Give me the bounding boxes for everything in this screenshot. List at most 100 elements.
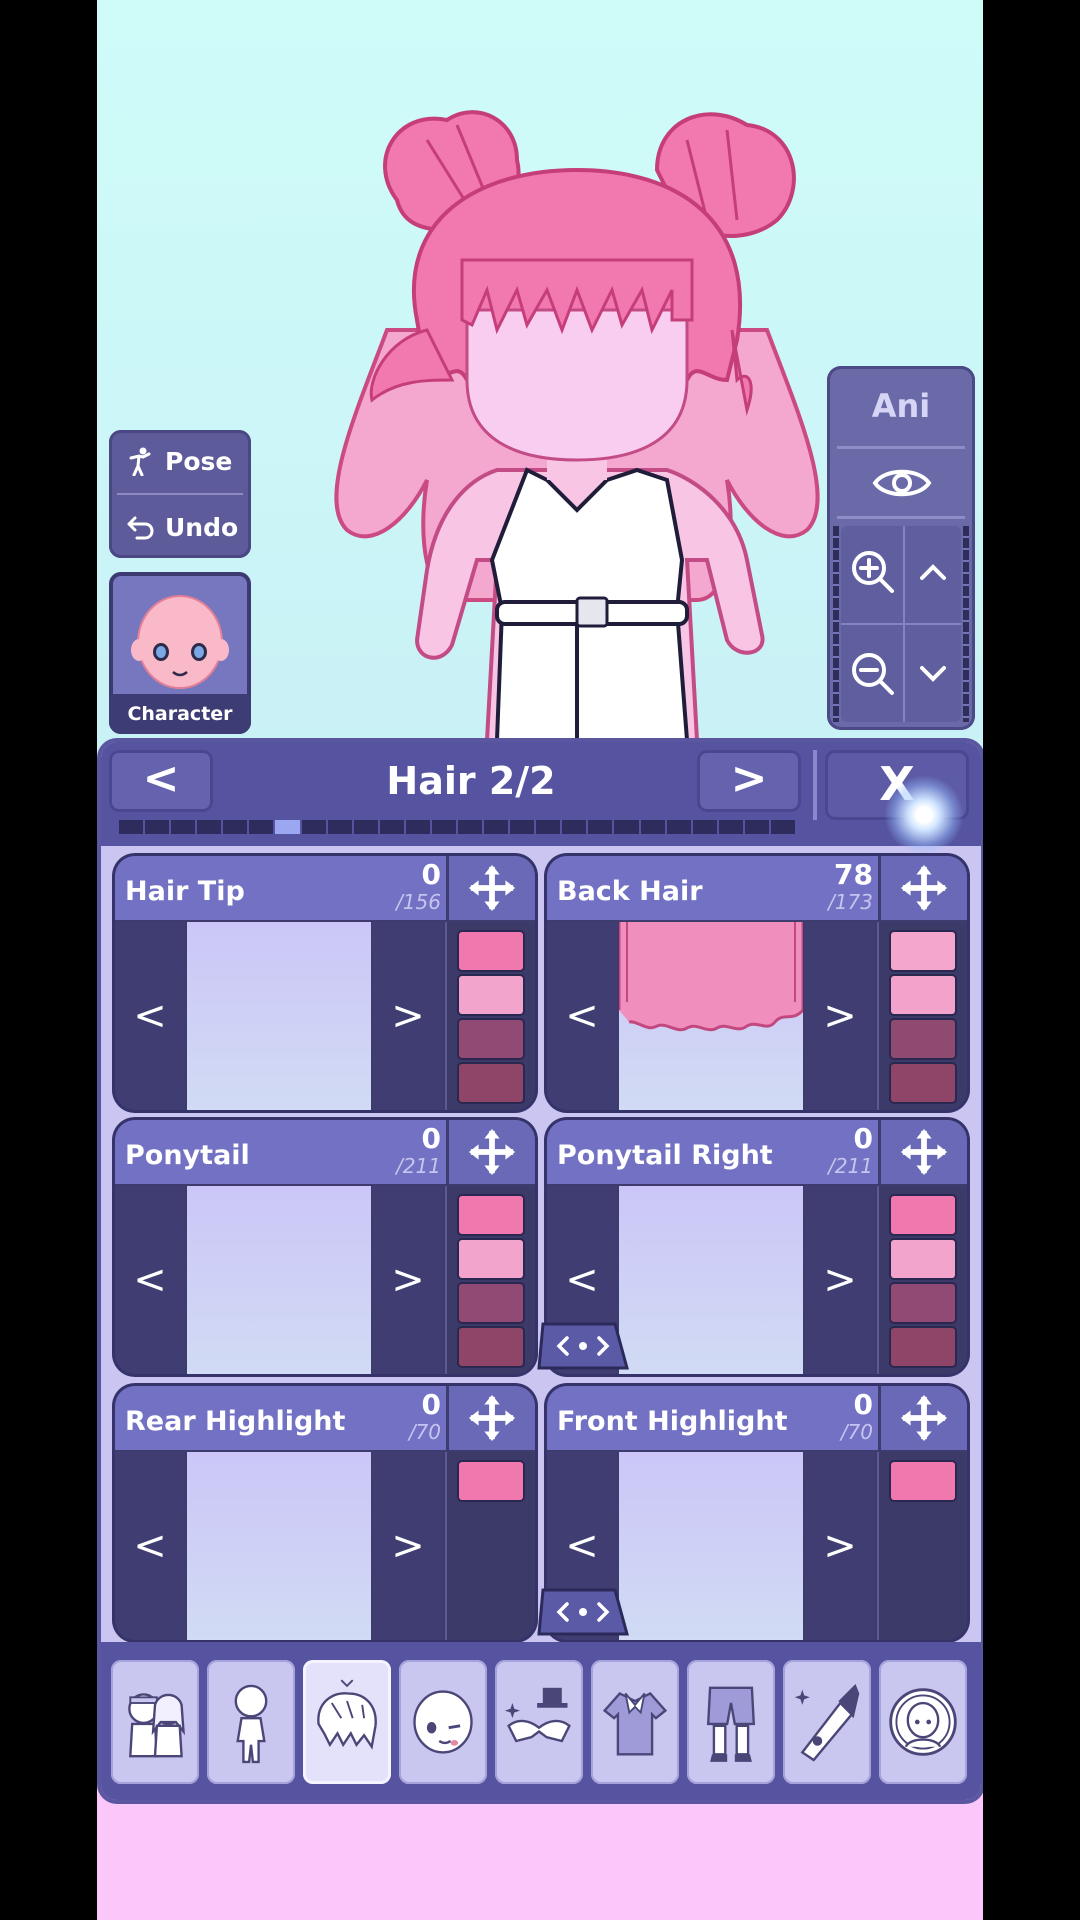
progress-segment xyxy=(510,820,535,834)
next-style-button[interactable]: > xyxy=(805,1452,875,1640)
color-swatch-3[interactable] xyxy=(891,1284,955,1322)
hair-tab[interactable] xyxy=(303,1660,391,1784)
move-down-button[interactable] xyxy=(905,644,961,704)
progress-segment xyxy=(379,820,404,834)
color-swatch-3[interactable] xyxy=(891,1020,955,1058)
undo-button[interactable]: Undo xyxy=(109,496,251,558)
mirror-toggle-button[interactable] xyxy=(537,1588,629,1636)
color-swatch-2[interactable] xyxy=(459,1240,523,1278)
prev-style-button[interactable]: < xyxy=(115,1452,185,1640)
style-preview[interactable] xyxy=(187,922,371,1110)
next-style-button[interactable]: > xyxy=(373,1452,443,1640)
move-button[interactable] xyxy=(878,856,967,920)
move-button[interactable] xyxy=(446,1386,535,1450)
next-style-button[interactable]: > xyxy=(805,1186,875,1374)
style-preview[interactable] xyxy=(619,1186,803,1374)
color-swatches xyxy=(445,922,535,1110)
floor-background xyxy=(97,1780,983,1920)
prev-style-button[interactable]: < xyxy=(115,1186,185,1374)
character-label: Character xyxy=(109,694,251,734)
presets-tab[interactable] xyxy=(111,1660,199,1784)
undo-label: Undo xyxy=(165,512,239,542)
style-preview[interactable] xyxy=(619,922,803,1110)
progress-segment xyxy=(327,820,352,834)
bottom-tab[interactable] xyxy=(687,1660,775,1784)
card-header: Front Highlight 0 /70 xyxy=(547,1386,967,1450)
style-preview[interactable] xyxy=(619,1452,803,1640)
color-swatch-1[interactable] xyxy=(891,1462,955,1500)
character-preview[interactable] xyxy=(277,80,877,740)
accessory-tab[interactable] xyxy=(495,1660,583,1784)
color-swatch-2[interactable] xyxy=(459,976,523,1014)
progress-segment xyxy=(588,820,613,834)
chevron-down-icon xyxy=(920,666,946,682)
move-button[interactable] xyxy=(446,856,535,920)
pose-undo-panel: Pose Undo xyxy=(109,430,251,558)
divider xyxy=(837,516,965,519)
prev-page-button[interactable]: < xyxy=(109,750,213,812)
prev-style-button[interactable]: < xyxy=(547,922,617,1110)
next-style-button[interactable]: > xyxy=(373,922,443,1110)
color-swatch-4[interactable] xyxy=(891,1328,955,1366)
style-preview[interactable] xyxy=(187,1452,371,1640)
card-title: Back Hair xyxy=(557,876,703,907)
eye-icon[interactable] xyxy=(871,460,933,506)
mirror-toggle-button[interactable] xyxy=(537,1322,629,1370)
card-header: Back Hair 78 /173 xyxy=(547,856,967,920)
progress-segment xyxy=(249,820,274,834)
card-hair-tip: Hair Tip 0 /156 < > xyxy=(115,856,535,1110)
move-arrows-icon xyxy=(468,1394,516,1442)
body-tab[interactable] xyxy=(207,1660,295,1784)
progress-segment xyxy=(614,820,639,834)
move-button[interactable] xyxy=(878,1120,967,1184)
progress-segment xyxy=(562,820,587,834)
top-tab[interactable] xyxy=(591,1660,679,1784)
color-swatch-3[interactable] xyxy=(459,1284,523,1322)
move-button[interactable] xyxy=(446,1120,535,1184)
card-total: /173 xyxy=(828,890,873,914)
color-swatch-1[interactable] xyxy=(459,1462,523,1500)
touch-glow xyxy=(885,776,963,854)
profile-tab[interactable] xyxy=(879,1660,967,1784)
move-up-button[interactable] xyxy=(905,542,961,602)
card-value: 78 xyxy=(834,858,873,891)
zoom-out-button[interactable] xyxy=(845,644,901,704)
color-swatch-4[interactable] xyxy=(891,1064,955,1102)
pose-icon xyxy=(129,447,151,476)
card-header: Ponytail Right 0 /211 xyxy=(547,1120,967,1184)
character-button[interactable]: Character xyxy=(109,572,251,734)
game-stage: Pose Undo Character Ani < Hair 2/2 > X H… xyxy=(97,0,983,1920)
color-swatch-2[interactable] xyxy=(891,976,955,1014)
progress-segment xyxy=(484,820,509,834)
animation-button[interactable]: Ani xyxy=(827,376,975,436)
move-button[interactable] xyxy=(878,1386,967,1450)
color-swatch-1[interactable] xyxy=(891,932,955,970)
props-tab[interactable] xyxy=(783,1660,871,1784)
color-swatch-4[interactable] xyxy=(459,1328,523,1366)
card-total: /211 xyxy=(828,1154,873,1178)
zoom-in-icon xyxy=(852,551,894,593)
color-swatch-1[interactable] xyxy=(459,1196,523,1234)
view-controls-panel: Ani xyxy=(827,366,975,730)
card-total: /70 xyxy=(840,1420,873,1444)
color-swatch-1[interactable] xyxy=(459,932,523,970)
next-style-button[interactable]: > xyxy=(805,922,875,1110)
zoom-track[interactable] xyxy=(833,526,839,722)
card-header: Rear Highlight 0 /70 xyxy=(115,1386,535,1450)
progress-segment-active xyxy=(275,820,300,834)
zoom-in-button[interactable] xyxy=(845,542,901,602)
color-swatch-1[interactable] xyxy=(891,1196,955,1234)
card-ponytail: Ponytail 0 /211 < > xyxy=(115,1120,535,1374)
color-swatch-2[interactable] xyxy=(891,1240,955,1278)
style-preview[interactable] xyxy=(187,1186,371,1374)
height-track[interactable] xyxy=(963,526,969,722)
move-arrows-icon xyxy=(468,864,516,912)
progress-segment xyxy=(405,820,430,834)
pose-button[interactable]: Pose xyxy=(109,430,251,492)
prev-style-button[interactable]: < xyxy=(115,922,185,1110)
face-tab[interactable] xyxy=(399,1660,487,1784)
next-page-button[interactable]: > xyxy=(697,750,801,812)
next-style-button[interactable]: > xyxy=(373,1186,443,1374)
color-swatch-3[interactable] xyxy=(459,1020,523,1058)
color-swatch-4[interactable] xyxy=(459,1064,523,1102)
